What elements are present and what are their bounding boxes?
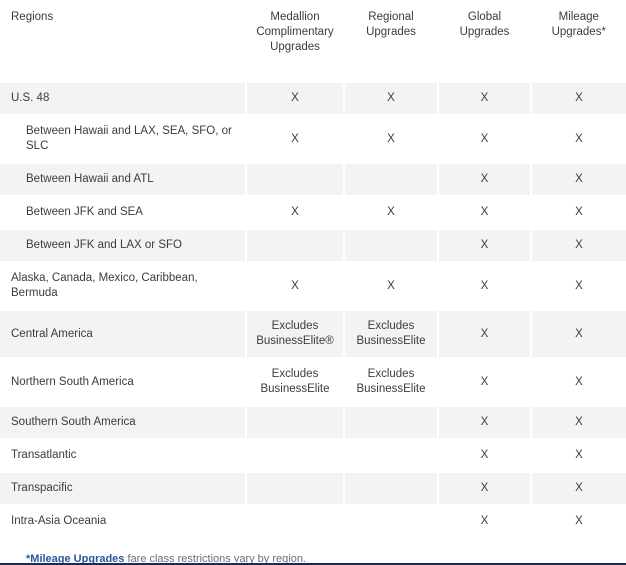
table-row: Between Hawaii and LAX, SEA, SFO, or SLC…	[0, 114, 626, 163]
cell-mileage-value: X	[530, 81, 626, 115]
cell-region-name: Between Hawaii and ATL	[0, 162, 246, 196]
cell-regional-value: X	[343, 114, 438, 163]
table-row: Transatlantic X X	[0, 438, 626, 472]
table-row: Between JFK and SEA X X X X	[0, 195, 626, 229]
cell-regional-value	[343, 228, 438, 262]
cell-region-name: Between Hawaii and LAX, SEA, SFO, or SLC	[0, 114, 246, 163]
cell-mileage-value: X	[530, 405, 626, 439]
cell-region-name: Transpacific	[0, 471, 246, 505]
cell-region-name: Transatlantic	[0, 438, 246, 472]
cell-region-name: Northern South America	[0, 357, 246, 406]
cell-global-value: X	[437, 405, 531, 439]
cell-mileage-value: X	[530, 471, 626, 505]
table-row: Southern South America X X	[0, 405, 626, 439]
cell-mileage-value: X	[530, 162, 626, 196]
cell-regional-value	[343, 504, 438, 538]
cell-regional-value: Excludes BusinessElite	[343, 309, 438, 358]
table-header: Regions Medallion Complimentary Upgrades…	[0, 0, 626, 83]
cell-medallion-value: X	[245, 81, 344, 115]
table-row: Alaska, Canada, Mexico, Caribbean, Bermu…	[0, 261, 626, 310]
cell-region-name: Between JFK and LAX or SFO	[0, 228, 246, 262]
footnote-emphasis: *Mileage Upgrades	[26, 553, 125, 565]
cell-global-value: X	[437, 114, 531, 163]
cell-global-value: X	[437, 504, 531, 538]
table-row: Between Hawaii and ATL X X	[0, 162, 626, 196]
upgrade-eligibility-table: Regions Medallion Complimentary Upgrades…	[0, 0, 626, 565]
cell-regional-value: X	[343, 261, 438, 310]
cell-regional-value: X	[343, 195, 438, 229]
column-header-medallion-complimentary-upgrades: Medallion Complimentary Upgrades	[245, 0, 344, 83]
cell-medallion-value	[245, 405, 344, 439]
cell-mileage-value: X	[530, 195, 626, 229]
table-row: Transpacific X X	[0, 471, 626, 505]
cell-region-name: U.S. 48	[0, 81, 246, 115]
cell-medallion-value: Excludes BusinessElite®	[245, 309, 344, 358]
table-row: Northern South America Excludes BusinessE…	[0, 357, 626, 406]
cell-medallion-value: Excludes BusinessElite	[245, 357, 344, 406]
cell-global-value: X	[437, 162, 531, 196]
cell-mileage-value: X	[530, 438, 626, 472]
cell-medallion-value: X	[245, 261, 344, 310]
cell-global-value: X	[437, 261, 531, 310]
cell-region-name: Alaska, Canada, Mexico, Caribbean, Bermu…	[0, 261, 246, 310]
cell-medallion-value	[245, 162, 344, 196]
column-header-mileage-upgrades: Mileage Upgrades*	[530, 0, 626, 83]
header-row: Regions Medallion Complimentary Upgrades…	[0, 0, 626, 83]
cell-global-value: X	[437, 309, 531, 358]
cell-global-value: X	[437, 195, 531, 229]
cell-mileage-value: X	[530, 114, 626, 163]
cell-regional-value	[343, 162, 438, 196]
cell-regional-value	[343, 471, 438, 505]
cell-regional-value	[343, 438, 438, 472]
cell-region-name: Southern South America	[0, 405, 246, 439]
cell-medallion-value: X	[245, 114, 344, 163]
column-header-global-upgrades: Global Upgrades	[437, 0, 531, 83]
cell-regional-value: Excludes BusinessElite	[343, 357, 438, 406]
cell-mileage-value: X	[530, 261, 626, 310]
cell-global-value: X	[437, 81, 531, 115]
cell-mileage-value: X	[530, 357, 626, 406]
cell-regional-value: X	[343, 81, 438, 115]
table-row: Central America Excludes BusinessElite® Ex…	[0, 309, 626, 358]
cell-global-value: X	[437, 438, 531, 472]
column-header-regions: Regions	[0, 0, 246, 83]
cell-medallion-value	[245, 438, 344, 472]
cell-mileage-value: X	[530, 228, 626, 262]
footnote-row: *Mileage Upgrades fare class restriction…	[0, 537, 626, 565]
table-row: Intra-Asia Oceania X X	[0, 504, 626, 538]
cell-medallion-value	[245, 471, 344, 505]
footnote-text: fare class restrictions vary by region.	[124, 553, 306, 565]
table-row: Between JFK and LAX or SFO X X	[0, 228, 626, 262]
cell-global-value: X	[437, 471, 531, 505]
upgrade-eligibility-panel: Regions Medallion Complimentary Upgrades…	[0, 0, 626, 565]
table-row: U.S. 48 X X X X	[0, 81, 626, 115]
cell-region-name: Intra-Asia Oceania	[0, 504, 246, 538]
cell-medallion-value	[245, 228, 344, 262]
table-body: U.S. 48 X X X X Between Hawaii and LAX, SEA, …	[0, 81, 626, 565]
cell-mileage-value: X	[530, 309, 626, 358]
column-header-regional-upgrades: Regional Upgrades	[343, 0, 438, 83]
cell-region-name: Between JFK and SEA	[0, 195, 246, 229]
cell-medallion-value: X	[245, 195, 344, 229]
cell-mileage-value: X	[530, 504, 626, 538]
cell-global-value: X	[437, 357, 531, 406]
cell-regional-value	[343, 405, 438, 439]
cell-region-name: Central America	[0, 309, 246, 358]
footnote-cell: *Mileage Upgrades fare class restriction…	[0, 537, 626, 565]
cell-global-value: X	[437, 228, 531, 262]
cell-medallion-value	[245, 504, 344, 538]
